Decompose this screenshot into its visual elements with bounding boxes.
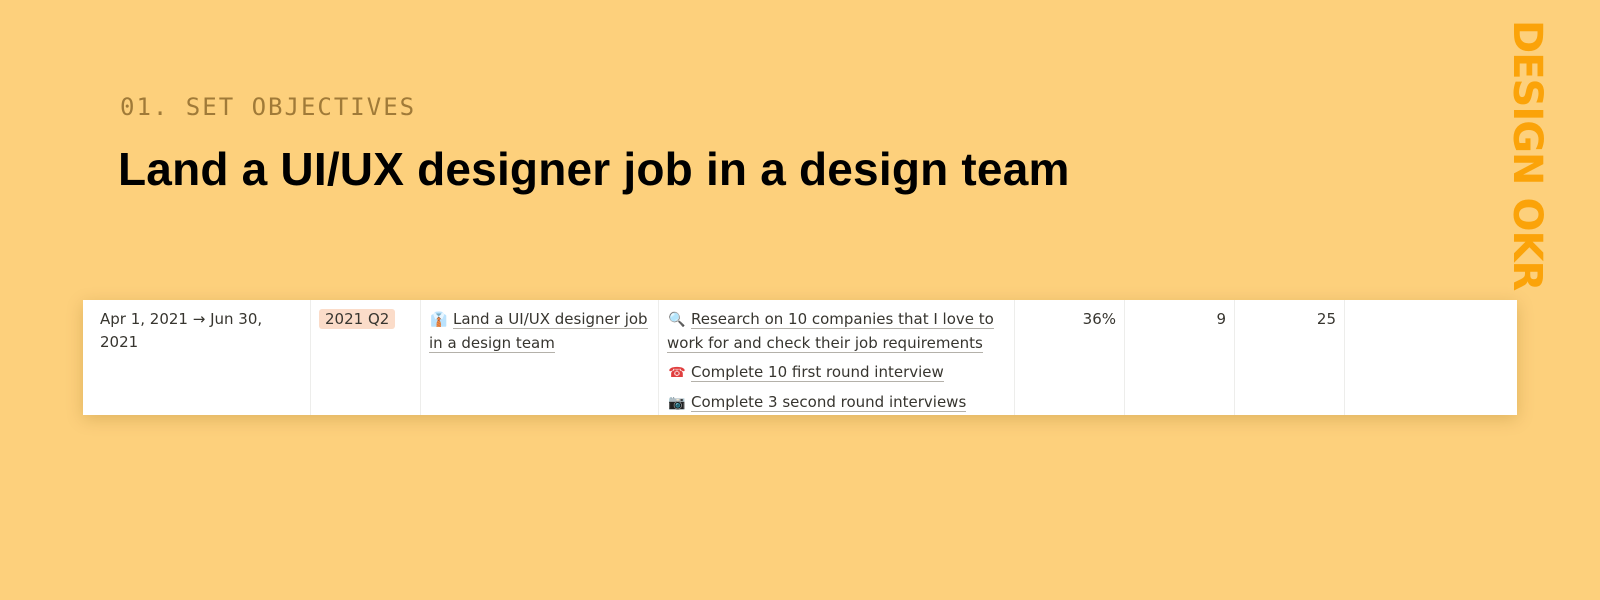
okr-page: 01. SET OBJECTIVES Land a UI/UX designer… (0, 0, 1600, 600)
objective-link[interactable]: Land a UI/UX designer job in a design te… (429, 310, 648, 353)
key-result-link[interactable]: Complete 10 first round interview (691, 363, 944, 382)
empty-cell[interactable] (1345, 300, 1517, 415)
key-result-link[interactable]: Research on 10 companies that I love to … (667, 310, 994, 353)
magnifier-icon: 🔍 (668, 312, 686, 328)
value-a-cell[interactable]: 9 (1125, 300, 1235, 415)
telephone-icon: ☎ (668, 365, 686, 381)
quarter-tag[interactable]: 2021 Q2 (319, 309, 396, 329)
camera-icon: 📷 (668, 395, 686, 411)
quarter-cell[interactable]: 2021 Q2 (311, 300, 421, 415)
list-item[interactable]: 📷 Complete 3 second round interviews (667, 391, 1006, 415)
section-eyebrow: 01. SET OBJECTIVES (120, 93, 417, 121)
table-row[interactable]: Apr 1, 2021 → Jun 30, 2021 2021 Q2 👔 Land… (83, 300, 1517, 415)
page-title: Land a UI/UX designer job in a design te… (118, 143, 1070, 195)
objective-cell[interactable]: 👔 Land a UI/UX designer job in a design t… (421, 300, 659, 415)
key-result-link[interactable]: Complete 3 second round interviews (691, 393, 967, 412)
progress-cell[interactable]: 36% (1015, 300, 1125, 415)
okr-table: Apr 1, 2021 → Jun 30, 2021 2021 Q2 👔 Land… (83, 300, 1517, 415)
necktie-icon: 👔 (430, 312, 448, 328)
date-range-cell[interactable]: Apr 1, 2021 → Jun 30, 2021 (83, 300, 311, 415)
side-brand-text: DESIGN OKR (1504, 20, 1550, 291)
value-b-cell[interactable]: 25 (1235, 300, 1345, 415)
list-item[interactable]: ☎ Complete 10 first round interview (667, 361, 1006, 385)
key-results-cell[interactable]: 🔍 Research on 10 companies that I love to… (659, 300, 1015, 415)
list-item[interactable]: 🔍 Research on 10 companies that I love to… (667, 308, 1006, 355)
